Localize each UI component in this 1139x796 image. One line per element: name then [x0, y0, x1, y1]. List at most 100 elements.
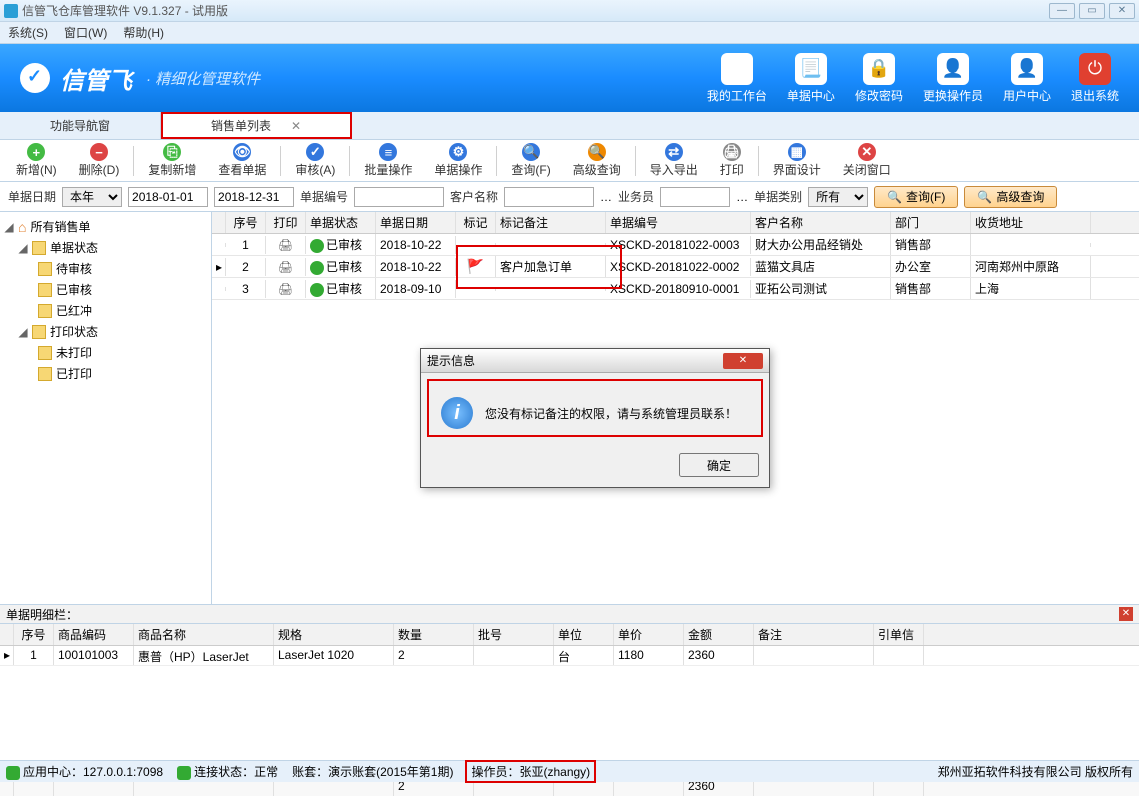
tb-delete[interactable]: −删除(D): [69, 141, 130, 180]
batch-icon: ≡: [379, 143, 397, 161]
tb-close[interactable]: ✕关闭窗口: [833, 141, 901, 180]
header-switchop[interactable]: 👤更换操作员: [923, 53, 983, 104]
tb-view[interactable]: 👁查看单据: [208, 141, 276, 180]
dialog-close-icon[interactable]: ✕: [723, 353, 763, 369]
folder-icon: [38, 262, 52, 276]
col-seq[interactable]: 序号: [226, 212, 266, 233]
filter-from[interactable]: [128, 187, 208, 207]
filter-sales[interactable]: [660, 187, 730, 207]
filter-to[interactable]: [214, 187, 294, 207]
tab-sales-list[interactable]: 销售单列表✕: [161, 112, 352, 139]
plus-icon: +: [27, 143, 45, 161]
tb-impexp[interactable]: ⇄导入导出: [640, 141, 708, 180]
detail-close-icon[interactable]: ✕: [1119, 607, 1133, 621]
maximize-button[interactable]: ▭: [1079, 3, 1105, 19]
filter-type[interactable]: 所有: [808, 187, 868, 207]
logo-icon: [20, 63, 50, 93]
monitor-icon: 🖥: [721, 53, 753, 85]
menu-system[interactable]: 系统(S): [8, 24, 48, 41]
filter-cust[interactable]: [504, 187, 594, 207]
tabbar: 功能导航窗 销售单列表✕: [0, 112, 1139, 140]
statusbar: 应用中心：127.0.0.1:7098 连接状态：正常 账套：演示账套(2015…: [0, 760, 1139, 782]
col-print[interactable]: 打印: [266, 212, 306, 233]
col-status[interactable]: 单据状态: [306, 212, 376, 233]
minimize-button[interactable]: —: [1049, 3, 1075, 19]
window-title: 信管飞仓库管理软件 V9.1.327 - 试用版: [22, 2, 1049, 19]
col-dept[interactable]: 部门: [891, 212, 971, 233]
tb-audit[interactable]: ✓审核(A): [285, 141, 345, 180]
printer-icon: 🖨: [278, 260, 293, 274]
search-plus-icon: 🔍: [977, 190, 992, 204]
header-billcenter[interactable]: 📃单据中心: [787, 53, 835, 104]
dialog-message: 您没有标记备注的权限，请与系统管理员联系！: [485, 405, 737, 422]
header-changepwd[interactable]: 🔒修改密码: [855, 53, 903, 104]
tb-design[interactable]: ▦界面设计: [763, 141, 831, 180]
cust-picker[interactable]: …: [600, 190, 612, 204]
status-appcenter: 应用中心：127.0.0.1:7098: [23, 765, 163, 779]
tree-pending[interactable]: 待审核: [4, 258, 207, 279]
tree-group-print[interactable]: ◢打印状态: [4, 321, 207, 342]
layout-icon: ▦: [788, 143, 806, 161]
tab-nav[interactable]: 功能导航窗: [0, 112, 161, 139]
search-plus-icon: 🔍: [588, 143, 606, 161]
tree-audited[interactable]: 已审核: [4, 279, 207, 300]
filter-cust-label: 客户名称: [450, 188, 498, 205]
gear-icon: ⚙: [449, 143, 467, 161]
tb-print[interactable]: 🖨打印: [710, 141, 754, 180]
dialog-title: 提示信息: [427, 352, 723, 369]
tb-copy[interactable]: ⎘复制新增: [138, 141, 206, 180]
detail-label: 单据明细栏： ✕: [0, 604, 1139, 624]
menubar: 系统(S) 窗口(W) 帮助(H): [0, 22, 1139, 44]
status-operator: 操作员：张亚(zhangy): [467, 762, 594, 781]
tb-add[interactable]: +新增(N): [6, 141, 67, 180]
printer-icon: 🖨: [278, 238, 293, 252]
tree-unprinted[interactable]: 未打印: [4, 342, 207, 363]
detail-row[interactable]: ▸1100101003惠普（HP）LaserJetLaserJet 10202台…: [0, 646, 1139, 666]
filter-billno[interactable]: [354, 187, 444, 207]
menu-help[interactable]: 帮助(H): [123, 24, 164, 41]
copy-icon: ⎘: [163, 143, 181, 161]
header-workbench[interactable]: 🖥我的工作台: [707, 53, 767, 104]
filter-search-button[interactable]: 🔍查询(F): [874, 186, 958, 208]
filter-daterange[interactable]: 本年: [62, 187, 122, 207]
col-customer[interactable]: 客户名称: [751, 212, 891, 233]
filter-adv-button[interactable]: 🔍高级查询: [964, 186, 1057, 208]
dialog-ok-button[interactable]: 确定: [679, 453, 759, 477]
close-button[interactable]: ✕: [1109, 3, 1135, 19]
header-usercenter[interactable]: 👤用户中心: [1003, 53, 1051, 104]
table-row[interactable]: ▸ 2 🖨 已审核 2018-10-22 🚩 客户加急订单 XSCKD-2018…: [212, 256, 1139, 278]
filter-date-label: 单据日期: [8, 188, 56, 205]
col-flag[interactable]: 标记: [456, 212, 496, 233]
tb-adv[interactable]: 🔍高级查询: [563, 141, 631, 180]
tb-query[interactable]: 🔍查询(F): [501, 141, 560, 180]
col-addr[interactable]: 收货地址: [971, 212, 1091, 233]
dialog-titlebar[interactable]: 提示信息 ✕: [421, 349, 769, 373]
printer-icon: 🖨: [723, 143, 741, 161]
brand-subtitle: · 精细化管理软件: [146, 68, 260, 89]
table-row[interactable]: 3 🖨 已审核 2018-09-10 XSCKD-20180910-0001 亚…: [212, 278, 1139, 300]
sales-picker[interactable]: …: [736, 190, 748, 204]
home-icon: ⌂: [18, 219, 26, 235]
flag-icon: 🚩: [467, 258, 484, 274]
grid-header: 序号 打印 单据状态 单据日期 标记 标记备注 单据编号 客户名称 部门 收货地…: [212, 212, 1139, 234]
col-billno[interactable]: 单据编号: [606, 212, 751, 233]
col-date[interactable]: 单据日期: [376, 212, 456, 233]
col-flagnote[interactable]: 标记备注: [496, 212, 606, 233]
tree-group-status[interactable]: ◢单据状态: [4, 237, 207, 258]
folder-icon: [38, 304, 52, 318]
tree-root[interactable]: ◢⌂所有销售单: [4, 216, 207, 237]
toolbar: +新增(N) −删除(D) ⎘复制新增 👁查看单据 ✓审核(A) ≡批量操作 ⚙…: [0, 140, 1139, 182]
tb-batch[interactable]: ≡批量操作: [354, 141, 422, 180]
minus-icon: −: [90, 143, 108, 161]
menu-window[interactable]: 窗口(W): [64, 24, 107, 41]
tab-close-icon[interactable]: ✕: [291, 119, 301, 133]
eye-icon: 👁: [233, 143, 251, 161]
tree-reversed[interactable]: 已红冲: [4, 300, 207, 321]
check-circle-icon: [310, 283, 324, 297]
tb-billop[interactable]: ⚙单据操作: [424, 141, 492, 180]
import-icon: ⇄: [665, 143, 683, 161]
filter-sales-label: 业务员: [618, 188, 654, 205]
table-row[interactable]: 1 🖨 已审核 2018-10-22 XSCKD-20181022-0003 财…: [212, 234, 1139, 256]
tree-printed[interactable]: 已打印: [4, 363, 207, 384]
header-exit[interactable]: ⏻退出系统: [1071, 53, 1119, 104]
